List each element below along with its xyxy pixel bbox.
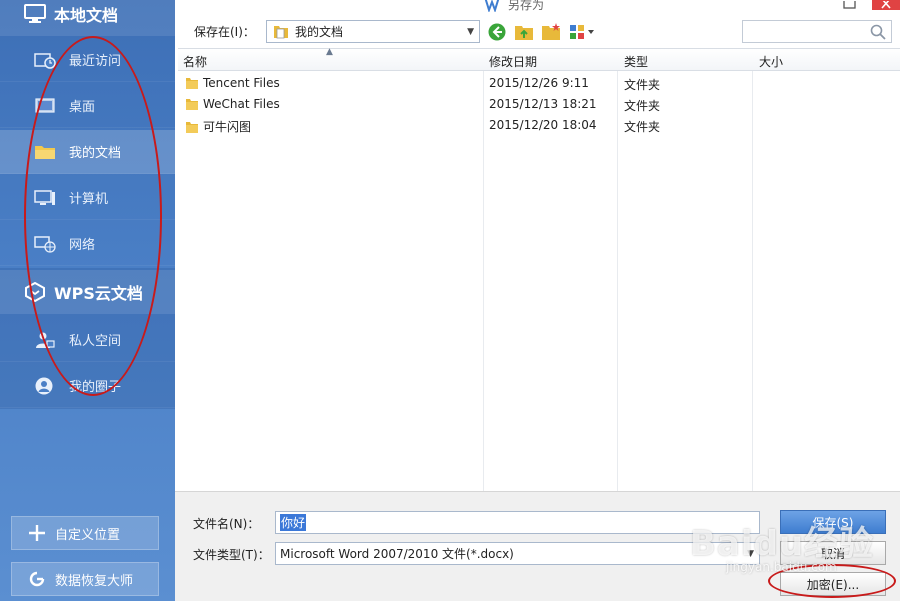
search-input[interactable] [742,20,892,43]
sidebar-item-label: 桌面 [69,100,96,115]
sidebar-item-label: 最近访问 [69,54,122,69]
watermark-logo: Baidu经验 [690,524,875,564]
file-name-cell: WeChat Files [185,97,280,111]
file-type: 文件夹 [624,120,661,134]
encrypt-button[interactable]: 加密(E)... [780,572,886,596]
wps-cloud-heading-label: WPS云文档 [54,284,143,303]
close-button[interactable] [872,0,900,10]
sidebar-item-my-documents[interactable]: 我的文档 [0,130,175,174]
recovery-icon [29,571,45,587]
list-header: 名称 ▲ 修改日期 类型 大小 [178,47,900,71]
sidebar-item-computer[interactable]: 计算机 [0,176,175,220]
data-recovery-button[interactable]: 数据恢复大师 [11,562,159,596]
chevron-down-icon: ▼ [467,27,474,37]
save-in-value: 我的文档 [295,25,344,39]
save-in-select[interactable]: 我的文档 ▼ [266,20,480,43]
back-arrow-icon [488,23,506,41]
sidebar-item-recent[interactable]: 最近访问 [0,38,175,82]
custom-location-label: 自定义位置 [55,527,121,543]
sort-up-icon: ▲ [326,47,333,57]
sidebar-item-network[interactable]: 网络 [0,222,175,266]
local-docs-heading[interactable]: 本地文档 [0,0,175,36]
sidebar-item-label: 网络 [69,238,96,253]
desktop-icon [35,97,55,113]
file-name: Tencent Files [203,76,280,90]
network-icon [34,235,56,253]
save-in-label: 保存在(I)： [194,25,255,39]
file-date: 2015/12/13 18:21 [489,97,597,111]
file-type: 文件夹 [624,99,661,113]
custom-location-button[interactable]: 自定义位置 [11,516,159,550]
data-recovery-label: 数据恢复大师 [55,573,134,589]
user-circle-icon [35,377,53,394]
local-docs-heading-label: 本地文档 [54,6,119,25]
up-folder-button[interactable] [514,22,534,42]
monitor-icon [24,4,46,23]
up-folder-icon [515,26,533,40]
watermark-url: jingyan.baidu.com [726,560,837,574]
filetype-select[interactable]: Microsoft Word 2007/2010 文件(*.docx) ▼ [275,542,760,565]
file-date: 2015/12/20 18:04 [489,118,597,132]
sidebar-item-private-space[interactable]: 私人空间 [0,318,175,362]
file-list: 名称 ▲ 修改日期 类型 大小 Tencent Files 2015/12/26… [178,47,900,491]
column-header-size[interactable]: 大小 [759,53,783,70]
view-mode-icon [570,25,594,39]
column-header-name[interactable]: 名称 [183,53,207,70]
window-title: 另存为 [484,0,544,14]
column-header-modified[interactable]: 修改日期 [489,53,537,70]
file-row[interactable]: Tencent Files 2015/12/26 9:11 文件夹 [178,73,900,94]
wps-cloud-heading[interactable]: WPS云文档 [0,270,175,314]
file-name: WeChat Files [203,97,280,111]
folder-icon [35,145,55,159]
filename-input[interactable]: 你好 [275,511,760,534]
file-name: 可牛闪图 [203,120,252,134]
file-name-cell: Tencent Files [185,76,280,90]
filename-label: 文件名(N)： [193,517,260,531]
filename-value: 你好 [280,514,307,531]
sidebar-item-desktop[interactable]: 桌面 [0,84,175,128]
sidebar-item-label: 计算机 [69,192,109,207]
wps-cloud-icon [25,282,45,302]
back-button[interactable] [487,22,507,42]
folder-icon [186,99,198,110]
document-folder-icon [274,25,288,38]
sidebar-item-my-circle[interactable]: 我的圈子 [0,364,175,408]
maximize-button[interactable] [836,0,864,10]
window-title-text: 另存为 [508,0,545,12]
close-icon [881,0,891,9]
filetype-label: 文件类型(T)： [193,548,270,562]
file-row[interactable]: WeChat Files 2015/12/13 18:21 文件夹 [178,94,900,115]
file-name-cell: 可牛闪图 [185,118,251,135]
view-mode-button[interactable] [569,22,597,42]
folder-icon [186,121,198,133]
file-row[interactable]: 可牛闪图 2015/12/20 18:04 文件夹 [178,115,900,136]
sidebar: 本地文档 最近访问 桌面 我的文档 计算机 网络 WPS云文档 私人空间 我的圈… [0,0,175,601]
filetype-value: Microsoft Word 2007/2010 文件(*.docx) [280,547,514,561]
sidebar-item-label: 私人空间 [69,334,122,349]
wps-writer-icon [484,0,500,12]
recent-icon [34,52,56,69]
new-folder-button[interactable] [541,22,561,42]
sidebar-item-label: 我的圈子 [69,380,122,395]
search-icon [870,24,886,40]
file-type: 文件夹 [624,78,661,92]
sidebar-item-label: 我的文档 [69,146,122,161]
computer-icon [34,189,55,205]
column-header-type[interactable]: 类型 [624,53,648,70]
file-date: 2015/12/26 9:11 [489,76,589,90]
new-folder-icon [542,23,560,40]
plus-icon [29,525,45,541]
maximize-icon [843,0,856,9]
private-space-icon [36,332,55,348]
folder-icon [186,78,198,89]
